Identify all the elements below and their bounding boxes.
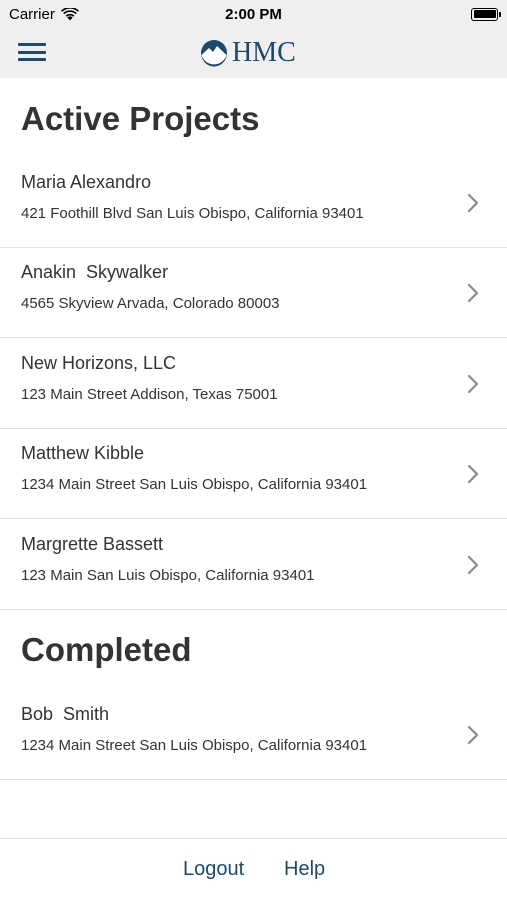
menu-line xyxy=(18,50,46,54)
project-name: Anakin Skywalker xyxy=(21,262,169,282)
chevron-right-icon xyxy=(467,193,479,213)
chevron-right-icon xyxy=(467,283,479,303)
project-row[interactable]: Maria Alexandro 421 Foothill Blvd San Lu… xyxy=(0,158,507,248)
status-bar: Carrier 2:00 PM xyxy=(0,0,507,28)
project-address: 421 Foothill Blvd San Luis Obispo, Calif… xyxy=(21,205,364,222)
project-address: 123 Main San Luis Obispo, California 934… xyxy=(21,567,315,584)
chevron-right-icon xyxy=(467,464,479,484)
completed-title: Completed xyxy=(21,631,192,668)
help-link[interactable]: Help xyxy=(284,858,325,881)
project-name: Matthew Kibble xyxy=(21,443,145,463)
menu-line xyxy=(18,43,46,46)
project-name: Margrette Bassett xyxy=(21,534,164,554)
bottom-bar: Logout Help xyxy=(0,838,507,900)
project-address: 1234 Main Street San Luis Obispo, Califo… xyxy=(21,737,368,754)
menu-line xyxy=(18,58,46,61)
active-projects-title: Active Projects xyxy=(21,100,260,137)
chevron-right-icon xyxy=(467,725,479,745)
project-name: New Horizons, LLC xyxy=(21,353,177,373)
project-address: 4565 Skyview Arvada, Colorado 80003 xyxy=(21,295,280,312)
battery-icon xyxy=(471,7,501,21)
logo-mountain-icon xyxy=(201,40,227,67)
logout-link[interactable]: Logout xyxy=(183,858,244,881)
chevron-right-icon xyxy=(467,555,479,575)
nav-bar: HMC xyxy=(0,28,507,78)
hamburger-menu-icon[interactable] xyxy=(18,41,46,63)
project-address: 1234 Main Street San Luis Obispo, Califo… xyxy=(21,476,368,493)
status-left: Carrier xyxy=(9,6,79,23)
project-name: Bob Smith xyxy=(21,704,110,724)
chevron-right-icon xyxy=(467,374,479,394)
project-row[interactable]: Bob Smith 1234 Main Street San Luis Obis… xyxy=(0,690,507,780)
project-row[interactable]: Margrette Bassett 123 Main San Luis Obis… xyxy=(0,520,507,610)
wifi-icon xyxy=(60,7,79,20)
project-row[interactable]: Matthew Kibble 1234 Main Street San Luis… xyxy=(0,429,507,519)
carrier-label: Carrier xyxy=(9,5,55,23)
battery-fill xyxy=(473,10,496,18)
project-row[interactable]: New Horizons, LLC 123 Main Street Addiso… xyxy=(0,339,507,429)
logo-text: HMC xyxy=(232,37,296,68)
hmc-logo: HMC xyxy=(200,36,296,70)
project-row[interactable]: Anakin Skywalker 4565 Skyview Arvada, Co… xyxy=(0,248,507,338)
project-name: Maria Alexandro xyxy=(21,172,152,192)
project-address: 123 Main Street Addison, Texas 75001 xyxy=(21,386,278,403)
